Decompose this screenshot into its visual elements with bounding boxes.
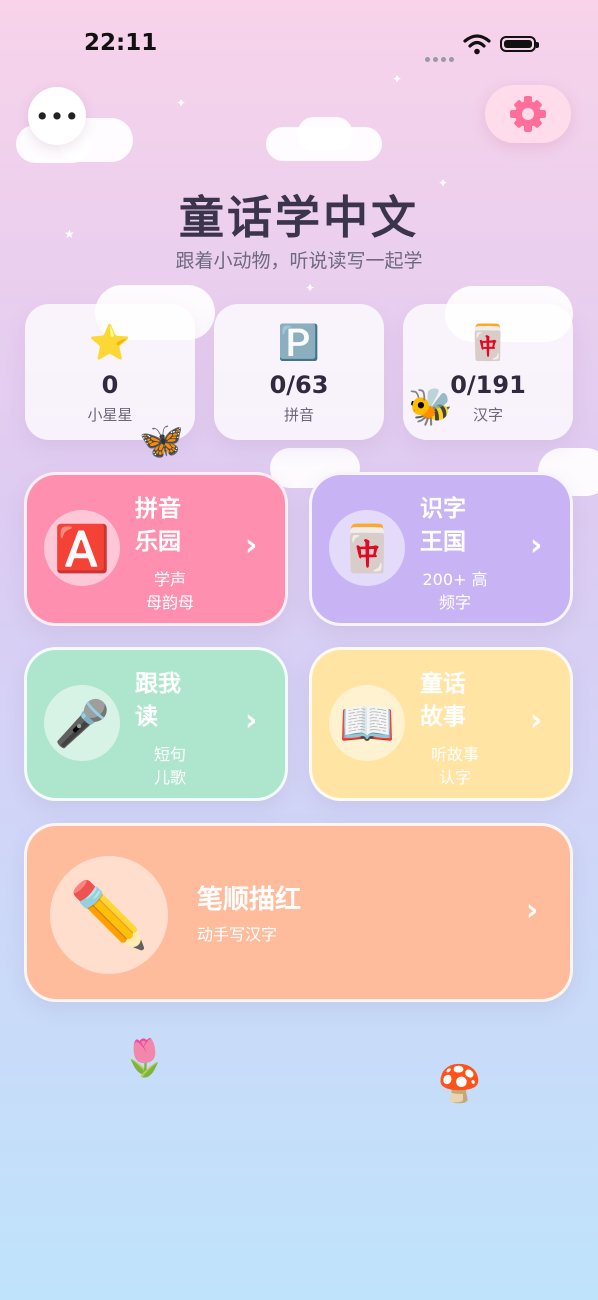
card-title: 跟我读 xyxy=(135,671,181,730)
card-description: 动手写汉字 xyxy=(197,925,278,944)
settings-button[interactable] xyxy=(485,85,571,143)
stat-value: 0/63 xyxy=(269,371,329,399)
mahjong-tile-icon: 🀄 xyxy=(329,510,405,586)
microphone-icon: 🎤 xyxy=(44,685,120,761)
chevron-right-icon: › xyxy=(526,893,539,928)
card-title: 童话 故事 xyxy=(420,671,466,730)
card-title: 识字 王国 xyxy=(420,496,466,555)
page-title: 童话学中文 xyxy=(178,191,419,244)
card-description: 学声 母韵母 xyxy=(145,570,194,612)
status-time: 22:11 xyxy=(84,30,158,56)
card-stroke-order[interactable]: ✏️ 笔顺描红 动手写汉字 › xyxy=(24,823,573,1002)
card-pinyin-park[interactable]: 🅰️ 拼音 乐园 学声 母韵母 › xyxy=(24,472,288,626)
card-description: 听故事 认字 xyxy=(430,745,479,787)
more-button[interactable]: ••• xyxy=(28,87,86,145)
battery-icon xyxy=(500,36,539,52)
stat-pinyin: 🅿️ 0/63 拼音 xyxy=(214,304,384,440)
letter-a-icon: 🅰️ xyxy=(44,510,120,586)
bee-icon: 🐝 xyxy=(408,387,453,428)
chevron-right-icon: › xyxy=(530,528,543,563)
card-fairy-tales[interactable]: 📖 童话 故事 听故事 认字 › xyxy=(309,647,573,801)
gear-icon xyxy=(510,96,546,132)
wifi-icon xyxy=(463,34,491,55)
signal-dots-icon xyxy=(425,47,457,66)
mushroom-icon: 🍄 xyxy=(437,1064,482,1105)
more-horiz-icon: ••• xyxy=(34,101,80,131)
page-subtitle: 跟着小动物，听说读写一起学 xyxy=(175,250,423,272)
stat-label: 拼音 xyxy=(283,406,314,424)
card-read-with-me[interactable]: 🎤 跟我读 短句 儿歌 › xyxy=(24,647,288,801)
mahjong-tile-icon: 🀄 xyxy=(466,323,510,363)
card-description: 200+ 高频字 xyxy=(422,570,488,612)
chevron-right-icon: › xyxy=(245,703,258,738)
card-title: 拼音 乐园 xyxy=(135,496,181,555)
tulip-icon: 🌷 xyxy=(122,1038,167,1079)
pencil-icon: ✏️ xyxy=(50,856,168,974)
stat-value: 0 xyxy=(101,371,119,399)
card-character-kingdom[interactable]: 🀄 识字 王国 200+ 高频字 › xyxy=(309,472,573,626)
chevron-right-icon: › xyxy=(530,703,543,738)
book-icon: 📖 xyxy=(329,685,405,761)
parking-p-icon: 🅿️ xyxy=(277,323,321,363)
butterfly-icon: 🦋 xyxy=(139,421,184,462)
card-title: 笔顺描红 xyxy=(197,885,302,915)
chevron-right-icon: › xyxy=(245,528,258,563)
status-bar: 22:11 xyxy=(0,0,598,90)
card-description: 短句 儿歌 xyxy=(153,745,186,787)
star-icon: ⭐ xyxy=(88,323,132,363)
